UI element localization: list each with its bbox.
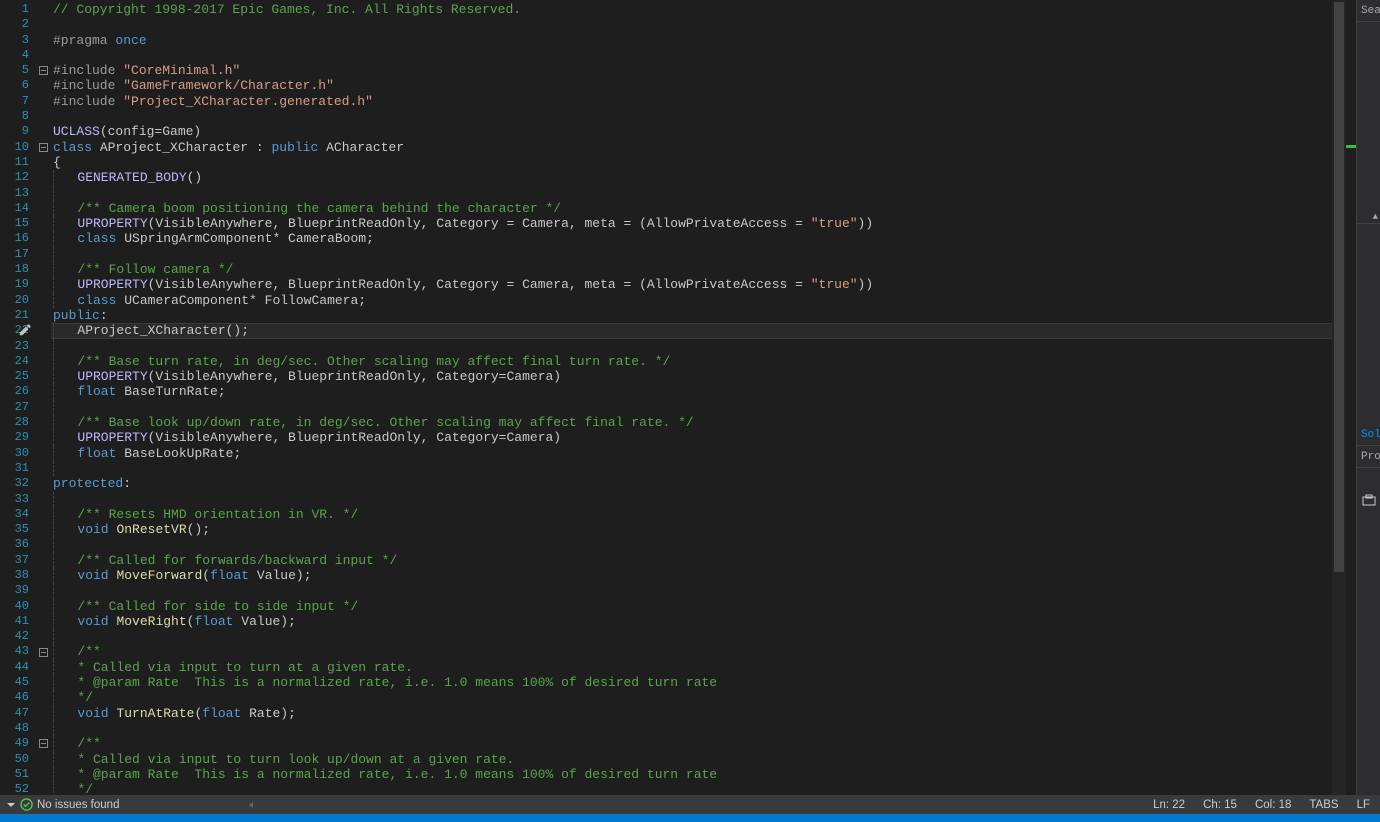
fold-column[interactable]	[35, 0, 51, 795]
dropdown-icon[interactable]	[6, 800, 16, 810]
scrollbar-thumb[interactable]	[1334, 2, 1344, 572]
edit-marker-icon	[18, 323, 32, 337]
check-circle-icon	[20, 798, 33, 811]
sidepanel-search[interactable]: Sear	[1357, 0, 1380, 22]
hscroll-left-icon[interactable]	[247, 800, 257, 810]
side-panel: Sear ▲ Solut Prop	[1356, 0, 1380, 795]
code-content[interactable]: // Copyright 1998-2017 Epic Games, Inc. …	[51, 0, 1380, 795]
toolbox-icon[interactable]	[1357, 488, 1380, 512]
vertical-scrollbar[interactable]	[1332, 0, 1346, 795]
status-tabs[interactable]: TABS	[1309, 799, 1338, 811]
bottom-accent-bar	[0, 814, 1380, 822]
code-editor[interactable]: 1234567891011121314151617181920212223242…	[0, 0, 1380, 795]
sidepanel-item[interactable]: ▲	[1357, 210, 1380, 224]
status-bar: No issues found Ln: 22 Ch: 15 Col: 18 TA…	[0, 795, 1380, 814]
status-char[interactable]: Ch: 15	[1203, 799, 1237, 811]
issues-status[interactable]: No issues found	[37, 799, 119, 811]
sidepanel-solution[interactable]: Solut	[1357, 424, 1380, 446]
status-col[interactable]: Col: 18	[1255, 799, 1291, 811]
sidepanel-properties[interactable]: Prop	[1357, 446, 1380, 468]
line-number-gutter: 1234567891011121314151617181920212223242…	[0, 0, 35, 795]
status-lineend[interactable]: LF	[1357, 799, 1370, 811]
status-line[interactable]: Ln: 22	[1153, 799, 1185, 811]
overview-ruler[interactable]	[1346, 0, 1356, 795]
